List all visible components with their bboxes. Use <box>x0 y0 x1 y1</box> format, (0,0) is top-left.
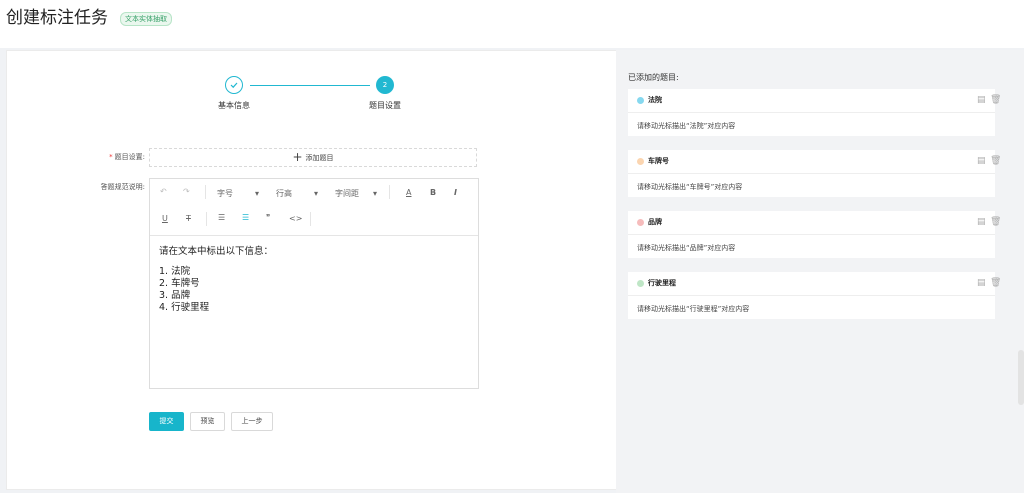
edit-icon[interactable]: ▤ <box>977 278 986 288</box>
plus-icon: + <box>292 150 303 164</box>
question-name: 法院 <box>648 96 662 104</box>
question-card: 行驶里程 ▤ 🗑 请移动光标描出“行驶里程”对应内容 <box>628 272 1001 319</box>
redo-icon[interactable]: ↷ <box>183 187 190 196</box>
caret-down-icon: ▾ <box>314 189 319 198</box>
question-description: 请移动光标描出“车牌号”对应内容 <box>637 183 743 191</box>
form-card: 2 基本信息 题目设置 * 题目设置: + 添加题目 答题规范说明: ↶ ↷ 字号 ▾… <box>6 50 618 490</box>
toolbar-divider <box>205 185 206 199</box>
question-card: 法院 ▤ 🗑 请移动光标描出“法院”对应内容 <box>628 89 1001 136</box>
step-2-circle: 2 <box>376 76 394 94</box>
add-question-button[interactable]: + 添加题目 <box>149 148 477 167</box>
label-color-dot <box>637 280 644 287</box>
editor-toolbar: ↶ ↷ 字号 ▾ 行高 ▾ 字间距 ▾ A B I U T ☰ ☰ ❞ <> <box>150 179 478 236</box>
task-type-tag: 文本实体抽取 <box>120 12 172 26</box>
list-item: 2. 车牌号 <box>159 278 200 289</box>
delete-icon[interactable]: 🗑 <box>990 95 1001 105</box>
required-mark: * <box>109 153 113 161</box>
font-size-select[interactable]: 字号 ▾ <box>217 188 259 199</box>
edit-icon[interactable]: ▤ <box>977 95 986 105</box>
question-name: 行驶里程 <box>648 279 676 287</box>
strikethrough-icon[interactable]: T <box>186 214 191 223</box>
caret-down-icon: ▾ <box>255 189 260 198</box>
italic-icon[interactable]: I <box>454 188 457 197</box>
label-color-dot <box>637 219 644 226</box>
label-color-dot <box>637 97 644 104</box>
caret-down-icon: ▾ <box>373 189 378 198</box>
question-name: 车牌号 <box>648 157 669 165</box>
undo-icon[interactable]: ↶ <box>160 187 167 196</box>
list-item: 1. 法院 <box>159 266 191 277</box>
question-card: 车牌号 ▤ 🗑 请移动光标描出“车牌号”对应内容 <box>628 150 1001 197</box>
edit-icon[interactable]: ▤ <box>977 156 986 166</box>
font-color-icon[interactable]: A <box>406 188 411 197</box>
numbered-list-icon[interactable]: ☰ <box>242 213 249 222</box>
guide-label: 答题规范说明: <box>100 183 145 191</box>
list-item: 3. 品牌 <box>159 290 191 301</box>
delete-icon[interactable]: 🗑 <box>990 217 1001 227</box>
rich-text-editor[interactable]: ↶ ↷ 字号 ▾ 行高 ▾ 字间距 ▾ A B I U T ☰ ☰ ❞ <> 请在文本… <box>149 178 479 389</box>
toolbar-divider <box>310 212 311 226</box>
editor-intro: 请在文本中标出以下信息： <box>159 246 274 257</box>
scrollbar[interactable] <box>1018 350 1024 405</box>
question-card-header: 品牌 ▤ 🗑 <box>628 211 1001 235</box>
page-title: 创建标注任务 <box>6 8 108 28</box>
code-icon[interactable]: <> <box>289 214 302 223</box>
delete-icon[interactable]: 🗑 <box>990 278 1001 288</box>
list-item: 4. 行驶里程 <box>159 302 210 313</box>
question-description: 请移动光标描出“品牌”对应内容 <box>637 244 736 252</box>
toolbar-divider <box>206 212 207 226</box>
question-description: 请移动光标描出“行驶里程”对应内容 <box>637 305 750 313</box>
bold-icon[interactable]: B <box>430 188 436 197</box>
bulleted-list-icon[interactable]: ☰ <box>218 213 225 222</box>
question-name: 品牌 <box>648 218 662 226</box>
page-header: 创建标注任务 文本实体抽取 <box>0 0 1024 48</box>
edit-icon[interactable]: ▤ <box>977 217 986 227</box>
underline-icon[interactable]: U <box>162 214 168 223</box>
question-card-header: 法院 ▤ 🗑 <box>628 89 1001 113</box>
toolbar-divider <box>389 185 390 199</box>
submit-button[interactable]: 提交 <box>149 412 184 431</box>
question-card-header: 行驶里程 ▤ 🗑 <box>628 272 1001 296</box>
line-height-select[interactable]: 行高 ▾ <box>276 188 318 199</box>
question-card-header: 车牌号 ▤ 🗑 <box>628 150 1001 174</box>
step-1-label: 基本信息 <box>218 101 250 110</box>
step-1-circle <box>225 76 243 94</box>
added-questions-title: 已添加的题目: <box>628 73 679 82</box>
label-color-dot <box>637 158 644 165</box>
question-description: 请移动光标描出“法院”对应内容 <box>637 122 736 130</box>
preview-button[interactable]: 预览 <box>190 412 225 431</box>
editor-content[interactable]: 请在文本中标出以下信息： 1. 法院 2. 车牌号 3. 品牌 4. 行驶里程 <box>150 236 478 324</box>
check-icon <box>230 82 238 89</box>
step-connector <box>250 85 370 86</box>
question-setting-label: * 题目设置: <box>109 153 145 161</box>
added-questions-panel: 已添加的题目: 法院 ▤ 🗑 请移动光标描出“法院”对应内容车牌号 ▤ 🗑 请移动光标描出“… <box>616 50 1024 493</box>
letter-spacing-select[interactable]: 字间距 ▾ <box>335 188 377 199</box>
step-2-label: 题目设置 <box>369 101 401 110</box>
blockquote-icon[interactable]: ❞ <box>266 213 270 222</box>
previous-step-button[interactable]: 上一步 <box>231 412 273 431</box>
question-card: 品牌 ▤ 🗑 请移动光标描出“品牌”对应内容 <box>628 211 1001 258</box>
delete-icon[interactable]: 🗑 <box>990 156 1001 166</box>
